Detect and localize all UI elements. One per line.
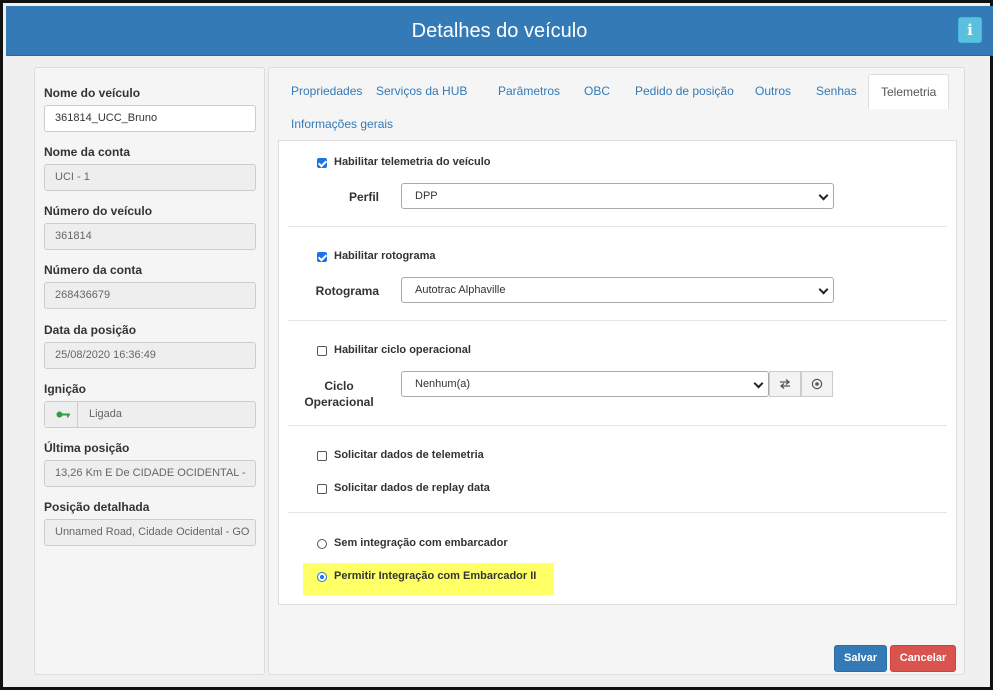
vehicle-name-input[interactable]: 361814_UCC_Bruno: [44, 105, 256, 132]
request-replay-label: Solicitar dados de replay data: [334, 482, 490, 494]
profile-label: Perfil: [348, 190, 379, 204]
cycle-actions: [769, 371, 834, 397]
key-icon: [56, 411, 70, 418]
chevron-down-icon: [818, 190, 829, 201]
tab-propriedades[interactable]: Propriedades: [279, 74, 374, 108]
enable-cycle-label: Habilitar ciclo operacional: [334, 344, 471, 356]
no-integration-radio[interactable]: [317, 539, 327, 549]
swap-icon: [779, 379, 791, 389]
enable-cycle-checkbox[interactable]: [317, 346, 327, 356]
rotogram-select[interactable]: Autotrac Alphaville: [401, 277, 834, 303]
tab-pedido-de-posicao[interactable]: Pedido de posição: [623, 74, 746, 108]
last-position-field: 13,26 Km E De CIDADE OCIDENTAL -: [44, 460, 256, 487]
profile-select-value: DPP: [415, 190, 438, 202]
no-integration-label: Sem integração com embarcador: [334, 537, 508, 549]
enable-rotogram-label: Habilitar rotograma: [334, 250, 436, 262]
section-divider: [288, 512, 947, 513]
request-replay-checkbox[interactable]: [317, 484, 327, 494]
tab-servicos-da-hub[interactable]: Serviços da HUB: [364, 74, 479, 108]
ignition-field: Ligada: [44, 401, 256, 428]
chevron-down-icon: [818, 284, 829, 295]
target-icon: [811, 378, 823, 390]
position-date-field: 25/08/2020 16:36:49: [44, 342, 256, 369]
account-number-label: Número da conta: [44, 263, 143, 277]
swap-button[interactable]: [769, 371, 801, 397]
target-button[interactable]: [801, 371, 833, 397]
cycle-label-line2: Operacional: [304, 395, 374, 409]
tab-outros[interactable]: Outros: [743, 74, 803, 108]
cycle-label-line1: Ciclo: [324, 379, 354, 393]
request-telemetry-checkbox[interactable]: [317, 451, 327, 461]
section-divider: [288, 320, 947, 321]
info-button[interactable]: i: [958, 17, 982, 43]
settings-panel: Propriedades Serviços da HUB Parâmetros …: [268, 67, 965, 675]
vehicle-details-window: Detalhes do veículo i Nome do veículo 36…: [0, 0, 993, 690]
ignition-addon: [45, 402, 78, 427]
rotogram-label: Rotograma: [315, 284, 379, 298]
modal-title: Detalhes do veículo: [411, 20, 588, 42]
tab-senhas[interactable]: Senhas: [804, 74, 869, 108]
vehicle-name-label: Nome do veículo: [44, 86, 141, 100]
last-position-label: Última posição: [44, 441, 130, 455]
enable-telemetry-label: Habilitar telemetria do veículo: [334, 156, 491, 168]
account-name-label: Nome da conta: [44, 145, 131, 159]
detailed-position-field: Unnamed Road, Cidade Ocidental - GO: [44, 519, 256, 546]
tab-parametros[interactable]: Parâmetros: [486, 74, 572, 108]
allow-integration-radio[interactable]: [317, 572, 327, 582]
request-telemetry-label: Solicitar dados de telemetria: [334, 449, 484, 461]
tab-telemetria[interactable]: Telemetria: [868, 74, 950, 109]
cycle-select[interactable]: Nenhum(a): [401, 371, 769, 397]
modal-header: Detalhes do veículo i: [6, 6, 993, 56]
cycle-label: Ciclo Operacional: [299, 378, 379, 410]
profile-select[interactable]: DPP: [401, 183, 834, 209]
ignition-label: Ignição: [44, 382, 87, 396]
cancel-button[interactable]: Cancelar: [890, 645, 956, 672]
cycle-select-value: Nenhum(a): [415, 378, 471, 390]
save-button[interactable]: Salvar: [834, 645, 887, 672]
section-divider: [288, 425, 947, 426]
position-date-label: Data da posição: [44, 323, 137, 337]
rotogram-select-value: Autotrac Alphaville: [415, 284, 506, 296]
enable-telemetry-checkbox[interactable]: [317, 158, 327, 168]
account-number-field: 268436679: [44, 282, 256, 309]
detailed-position-label: Posição detalhada: [44, 500, 150, 514]
ignition-value: Ligada: [89, 408, 123, 420]
tab-obc[interactable]: OBC: [572, 74, 622, 108]
vehicle-number-field: 361814: [44, 223, 256, 250]
telemetry-tab-content: Habilitar telemetria do veículo Perfil D…: [278, 140, 957, 605]
tab-informacoes-gerais[interactable]: Informações gerais: [279, 108, 405, 140]
enable-rotogram-checkbox[interactable]: [317, 252, 327, 262]
vehicle-summary-panel: Nome do veículo 361814_UCC_Bruno Nome da…: [34, 67, 265, 675]
vehicle-number-label: Número do veículo: [44, 204, 153, 218]
account-name-field: UCI - 1: [44, 164, 256, 191]
section-divider: [288, 226, 947, 227]
allow-integration-label: Permitir Integração com Embarcador II: [334, 570, 537, 582]
chevron-down-icon: [753, 378, 764, 389]
